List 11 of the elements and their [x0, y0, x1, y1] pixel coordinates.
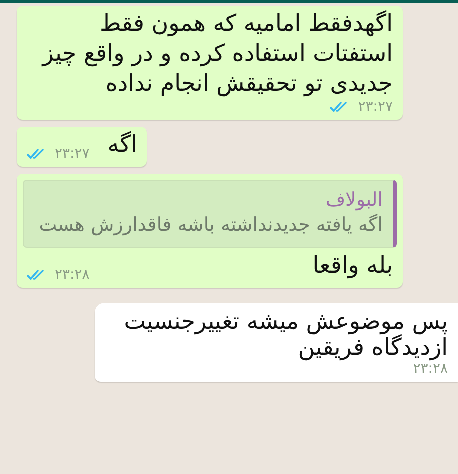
message-text: بله واقعا — [312, 252, 393, 281]
quote-author: البولاف — [324, 188, 383, 213]
message-time: ۲۳:۲۸ — [413, 362, 448, 376]
message-text: پس موضوعش میشه تغییرجنسیت ازدیدگاه فریقین — [123, 308, 448, 362]
message-time: ۲۳:۲۷ — [55, 146, 90, 161]
quote-text: اگه یافته جدیدنداشته باشه فاقدارزش هست — [38, 213, 383, 238]
message-text: اگه — [108, 130, 138, 160]
message-time: ۲۳:۲۸ — [55, 268, 90, 282]
message-time: ۲۳:۲۷ — [358, 100, 393, 114]
quoted-message[interactable]: البولاف اگه یافته جدیدنداشته باشه فاقدارزش هست — [23, 180, 397, 248]
message-text: اگهدفقط امامیه که همون فقط استفتات استفاده کرده و در واقع چیز جدیدی تو تحقیقش انجام نداده — [40, 10, 393, 99]
